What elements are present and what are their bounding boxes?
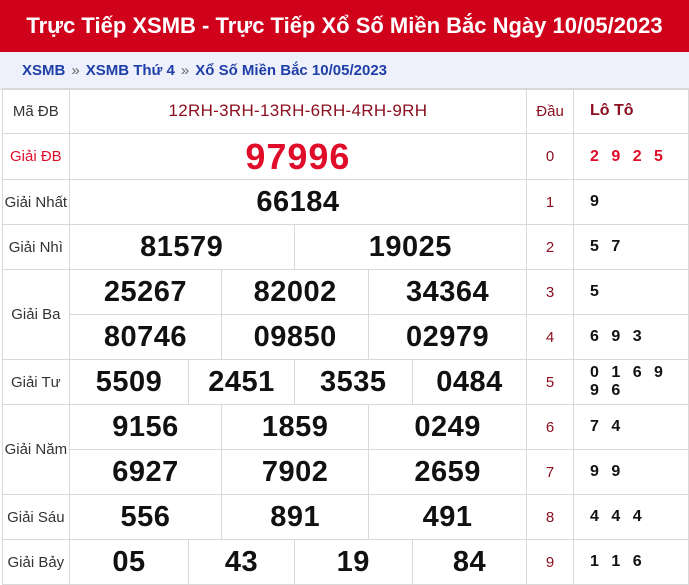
breadcrumb: XSMB » XSMB Thứ 4 » Xổ Số Miền Bắc 10/05… <box>0 52 689 90</box>
prize-number-ba: 09850 <box>221 314 370 360</box>
table-row-giai-sau: Giải Sáu 556 891 491 8 4 4 4 <box>2 494 689 540</box>
breadcrumb-separator: » <box>71 62 80 79</box>
prize-label-nam: Giải Năm <box>2 404 70 495</box>
prize-label-tu: Giải Tư <box>2 359 70 405</box>
prize-number-sau: 491 <box>368 494 528 540</box>
loto-values: 2 9 2 5 <box>573 133 689 180</box>
prize-number-nam: 0249 <box>368 404 528 450</box>
ma-db-value: 12RH-3RH-13RH-6RH-4RH-9RH <box>68 88 528 134</box>
prize-number-tu: 0484 <box>411 359 528 405</box>
dau-value: 7 <box>526 449 574 495</box>
ma-db-label: Mã ĐB <box>2 88 70 134</box>
loto-values: 7 4 <box>573 404 689 450</box>
loto-values: 6 9 3 <box>573 314 689 360</box>
dau-value: 3 <box>526 269 574 315</box>
prize-number-nam: 7902 <box>221 449 370 495</box>
results-table: Mã ĐB 12RH-3RH-13RH-6RH-4RH-9RH Đầu Lô T… <box>2 88 689 585</box>
loto-values: 5 <box>573 269 689 315</box>
table-row-ma-db: Mã ĐB 12RH-3RH-13RH-6RH-4RH-9RH Đầu Lô T… <box>2 88 689 134</box>
prize-number-nhi: 81579 <box>68 224 295 270</box>
dau-value: 1 <box>526 179 574 225</box>
breadcrumb-link-xsmb-thu4[interactable]: XSMB Thứ 4 <box>86 62 175 79</box>
prize-label-bay: Giải Bảy <box>2 539 70 585</box>
loto-values: 9 <box>573 179 689 225</box>
prize-number-ba: 80746 <box>68 314 223 360</box>
prize-number-bay: 43 <box>188 539 295 585</box>
prize-number-sau: 556 <box>68 494 223 540</box>
prize-number-nam: 9156 <box>68 404 223 450</box>
prize-label-db: Giải ĐB <box>2 133 70 180</box>
dau-value: 4 <box>526 314 574 360</box>
loto-values: 4 4 4 <box>573 494 689 540</box>
loto-values: 0 1 6 9 9 6 <box>573 359 689 405</box>
table-row-giai-nhi: Giải Nhì 81579 19025 2 5 7 <box>2 224 689 270</box>
prize-number-tu: 2451 <box>188 359 295 405</box>
prize-number-nam: 2659 <box>368 449 528 495</box>
table-row-giai-db: Giải ĐB 97996 0 2 9 2 5 <box>2 133 689 180</box>
dau-value: 2 <box>526 224 574 270</box>
loto-values: 1 1 6 <box>573 539 689 585</box>
table-row-giai-nam-2: 6927 7902 2659 7 9 9 <box>3 449 689 495</box>
breadcrumb-link-xsmb[interactable]: XSMB <box>22 62 65 79</box>
dau-value: 9 <box>526 539 574 585</box>
prize-number-nam: 1859 <box>221 404 370 450</box>
prize-number-tu: 3535 <box>293 359 413 405</box>
table-row-giai-ba: Giải Ba 25267 82002 34364 3 5 <box>2 269 689 360</box>
page-title: Trực Tiếp XSMB - Trực Tiếp Xổ Số Miền Bắ… <box>26 13 663 38</box>
prize-number-db: 97996 <box>68 133 528 180</box>
prize-number-tu: 5509 <box>68 359 190 405</box>
table-row-giai-tu: Giải Tư 5509 2451 3535 0484 5 0 1 6 9 9 … <box>2 359 689 405</box>
prize-number-bay: 19 <box>293 539 413 585</box>
prize-number-sau: 891 <box>221 494 370 540</box>
prize-label-nhat: Giải Nhất <box>2 179 70 225</box>
prize-number-bay: 05 <box>68 539 190 585</box>
table-row-giai-bay: Giải Bảy 05 43 19 84 9 1 1 6 <box>2 539 689 585</box>
prize-number-nhi: 19025 <box>293 224 528 270</box>
loto-values: 5 7 <box>573 224 689 270</box>
dau-value: 0 <box>526 133 574 180</box>
page-header: Trực Tiếp XSMB - Trực Tiếp Xổ Số Miền Bắ… <box>0 0 689 52</box>
table-row-giai-ba-2: 80746 09850 02979 4 6 9 3 <box>3 314 689 360</box>
prize-number-nam: 6927 <box>68 449 223 495</box>
table-row-giai-nam: Giải Năm 9156 1859 0249 6 7 4 <box>2 404 689 495</box>
prize-number-ba: 25267 <box>68 269 223 315</box>
dau-header: Đầu <box>526 88 574 134</box>
loto-header: Lô Tô <box>573 88 689 134</box>
prize-number-ba: 82002 <box>221 269 370 315</box>
breadcrumb-link-current[interactable]: Xổ Số Miền Bắc 10/05/2023 <box>195 62 387 79</box>
loto-values: 9 9 <box>573 449 689 495</box>
prize-number-nhat: 66184 <box>68 179 528 225</box>
prize-label-sau: Giải Sáu <box>2 494 70 540</box>
prize-number-bay: 84 <box>411 539 528 585</box>
prize-label-ba: Giải Ba <box>2 269 70 360</box>
table-row-giai-nhat: Giải Nhất 66184 1 9 <box>2 179 689 225</box>
breadcrumb-separator: » <box>180 62 190 79</box>
dau-value: 5 <box>526 359 574 405</box>
prize-label-nhi: Giải Nhì <box>2 224 70 270</box>
prize-number-ba: 34364 <box>368 269 528 315</box>
dau-value: 6 <box>526 404 574 450</box>
dau-value: 8 <box>526 494 574 540</box>
prize-number-ba: 02979 <box>368 314 528 360</box>
